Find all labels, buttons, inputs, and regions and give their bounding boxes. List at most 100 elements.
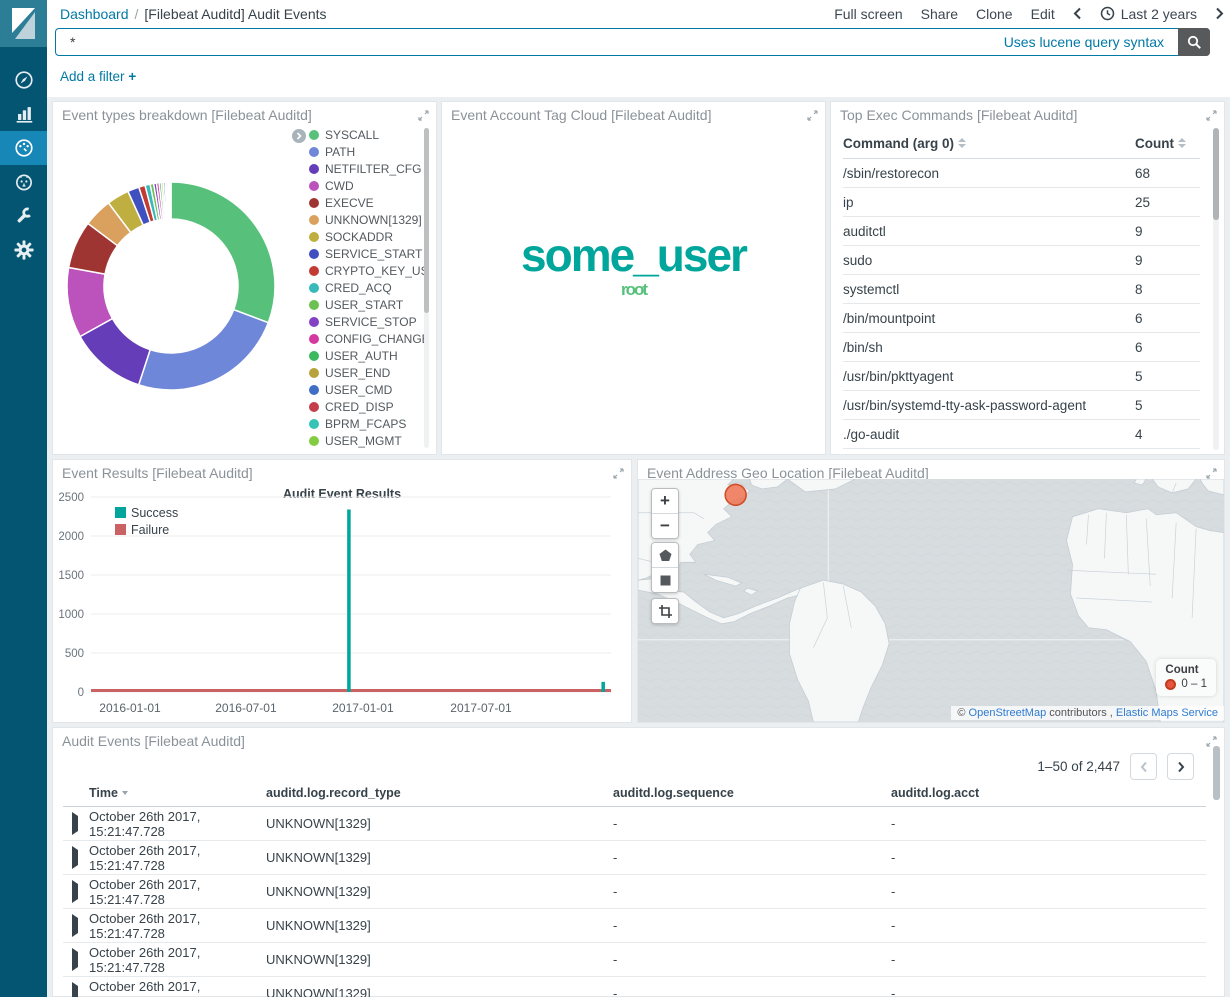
table-row[interactable]: /usr/bin/pkttyagent5 — [843, 362, 1200, 391]
expand-row-icon[interactable] — [72, 880, 78, 903]
legend-item[interactable]: BPRM_FCAPS — [309, 415, 425, 432]
prev-page-button[interactable] — [1130, 753, 1157, 780]
legend-item[interactable]: SYSCALL — [309, 126, 425, 143]
toolbar-clone-button[interactable]: Clone — [976, 6, 1013, 22]
toolbar-edit-button[interactable]: Edit — [1031, 6, 1055, 22]
sidebar-item-timelion[interactable] — [0, 165, 47, 199]
dashboard-gauge-icon — [13, 137, 35, 159]
legend-item[interactable]: USER_CMD — [309, 381, 425, 398]
table-row[interactable]: /usr/bin/systemd-tty-ask-password-agent5 — [843, 391, 1200, 420]
table-scrollbar[interactable] — [1213, 128, 1219, 450]
sidebar-item-management[interactable] — [0, 233, 47, 267]
legend-item[interactable]: USER_START — [309, 296, 425, 313]
kibana-logo[interactable] — [0, 0, 47, 47]
table-row[interactable]: ip25 — [843, 188, 1200, 217]
expand-row-icon[interactable] — [72, 812, 78, 835]
table-row[interactable]: /bin/sh6 — [843, 333, 1200, 362]
toolbar-full-screen-button[interactable]: Full screen — [834, 6, 902, 22]
draw-rectangle-button[interactable] — [652, 567, 678, 592]
table-row[interactable]: October 26th 2017, 15:21:47.728UNKNOWN[1… — [63, 875, 1206, 909]
column-header-record-type[interactable]: auditd.log.record_type — [266, 786, 613, 800]
expand-row-icon[interactable] — [72, 948, 78, 971]
legend-item[interactable]: USER_END — [309, 364, 425, 381]
table-row[interactable]: auditctl9 — [843, 217, 1200, 246]
sidebar-item-discover[interactable] — [0, 63, 47, 97]
legend-label: CRYPTO_KEY_USER — [325, 264, 425, 278]
legend-item[interactable]: NETFILTER_CFG — [309, 160, 425, 177]
sidebar-item-visualize[interactable] — [0, 97, 47, 131]
table-row[interactable]: /bin/mountpoint6 — [843, 304, 1200, 333]
legend-scroll-button[interactable] — [292, 129, 306, 143]
sidebar-item-dashboard[interactable] — [0, 131, 47, 165]
table-row[interactable]: October 26th 2017, 15:21:47.728UNKNOWN[1… — [63, 841, 1206, 875]
expand-panel-icon[interactable] — [1206, 468, 1217, 479]
column-header-time[interactable]: Time — [89, 786, 266, 800]
zoom-in-button[interactable]: + — [652, 489, 678, 513]
plus-icon: + — [128, 69, 136, 84]
legend-item[interactable]: CRYPTO_SESSION — [309, 449, 425, 450]
column-header-command[interactable]: Command (arg 0) — [843, 136, 1135, 151]
table-row[interactable]: October 26th 2017, 15:21:47.728UNKNOWN[1… — [63, 807, 1206, 841]
time-picker[interactable]: Last 2 years — [1100, 6, 1197, 22]
panel-tag-cloud: Event Account Tag Cloud [Filebeat Auditd… — [441, 101, 826, 455]
expand-panel-icon[interactable] — [1206, 110, 1217, 121]
table-row[interactable]: October 26th 2017, 15:21:47.728UNKNOWN[1… — [63, 943, 1206, 977]
legend-item[interactable]: SERVICE_START — [309, 245, 425, 262]
legend-item[interactable]: SERVICE_STOP — [309, 313, 425, 330]
legend-item[interactable]: CRED_DISP — [309, 398, 425, 415]
table-row[interactable]: systemctl8 — [843, 275, 1200, 304]
donut-slice-PATH[interactable] — [139, 310, 269, 390]
add-filter-button[interactable]: Add a filter + — [60, 69, 136, 84]
column-header-count[interactable]: Count — [1135, 136, 1200, 151]
legend-item[interactable]: SOCKADDR — [309, 228, 425, 245]
sidebar-item-dev-tools[interactable] — [0, 199, 47, 233]
legend-item[interactable]: UNKNOWN[1329] — [309, 211, 425, 228]
tag-cloud: some_userroot — [442, 230, 825, 299]
legend-item[interactable]: USER_MGMT — [309, 432, 425, 449]
table-row[interactable]: October 26th 2017, 15:21:47.728UNKNOWN[1… — [63, 909, 1206, 943]
table-row[interactable]: sudo9 — [843, 246, 1200, 275]
world-map — [638, 479, 1224, 722]
tag-root[interactable]: root — [442, 281, 825, 300]
lucene-syntax-link[interactable]: Uses lucene query syntax — [1004, 34, 1164, 50]
table-row[interactable]: October 26th 2017, 15:21:47.728UNKNOWN[1… — [63, 977, 1206, 997]
panel-event-types-breakdown: Event types breakdown [Filebeat Auditd] … — [52, 101, 437, 455]
zoom-out-button[interactable]: − — [652, 513, 678, 538]
table-row[interactable]: ./go-audit4 — [843, 420, 1200, 449]
expand-row-icon[interactable] — [72, 982, 78, 997]
openstreetmap-link[interactable]: OpenStreetMap — [969, 707, 1047, 719]
time-forward-icon[interactable] — [1215, 7, 1224, 20]
expand-panel-icon[interactable] — [613, 468, 624, 479]
draw-polygon-button[interactable] — [652, 543, 678, 567]
elastic-maps-service-link[interactable]: Elastic Maps Service — [1116, 707, 1218, 719]
column-header-acct[interactable]: auditd.log.acct — [891, 786, 1206, 800]
record-type-cell: UNKNOWN[1329] — [266, 816, 613, 831]
legend-item[interactable]: PATH — [309, 143, 425, 160]
legend-scrollbar[interactable] — [424, 128, 429, 448]
legend-item[interactable]: CRYPTO_KEY_USER — [309, 262, 425, 279]
fit-bounds-button[interactable] — [652, 599, 678, 623]
query-value[interactable]: * — [56, 34, 1004, 50]
tag-some_user[interactable]: some_user — [442, 230, 825, 281]
expand-panel-icon[interactable] — [807, 110, 818, 121]
legend-item[interactable]: CRED_ACQ — [309, 279, 425, 296]
search-input[interactable]: * Uses lucene query syntax — [55, 28, 1210, 56]
table-scrollbar[interactable] — [1213, 746, 1220, 992]
legend-item[interactable]: EXECVE — [309, 194, 425, 211]
map-canvas[interactable]: + − — [638, 479, 1224, 722]
toolbar-share-button[interactable]: Share — [921, 6, 958, 22]
breadcrumb-dashboard-link[interactable]: Dashboard — [60, 6, 129, 22]
search-button[interactable] — [1178, 28, 1210, 56]
next-page-button[interactable] — [1167, 753, 1194, 780]
donut-slice-SYSCALL[interactable] — [171, 182, 275, 323]
column-header-sequence[interactable]: auditd.log.sequence — [613, 786, 891, 800]
legend-item[interactable]: USER_AUTH — [309, 347, 425, 364]
time-back-icon[interactable] — [1073, 7, 1082, 20]
x-axis-tick-label: 2016-01-01 — [99, 701, 161, 715]
table-row[interactable]: /sbin/restorecon68 — [843, 159, 1200, 188]
expand-row-icon[interactable] — [72, 914, 78, 937]
donut-slice-CRYPTO_SESSION[interactable] — [170, 182, 171, 219]
expand-row-icon[interactable] — [72, 846, 78, 869]
legend-item[interactable]: CONFIG_CHANGE — [309, 330, 425, 347]
legend-item[interactable]: CWD — [309, 177, 425, 194]
